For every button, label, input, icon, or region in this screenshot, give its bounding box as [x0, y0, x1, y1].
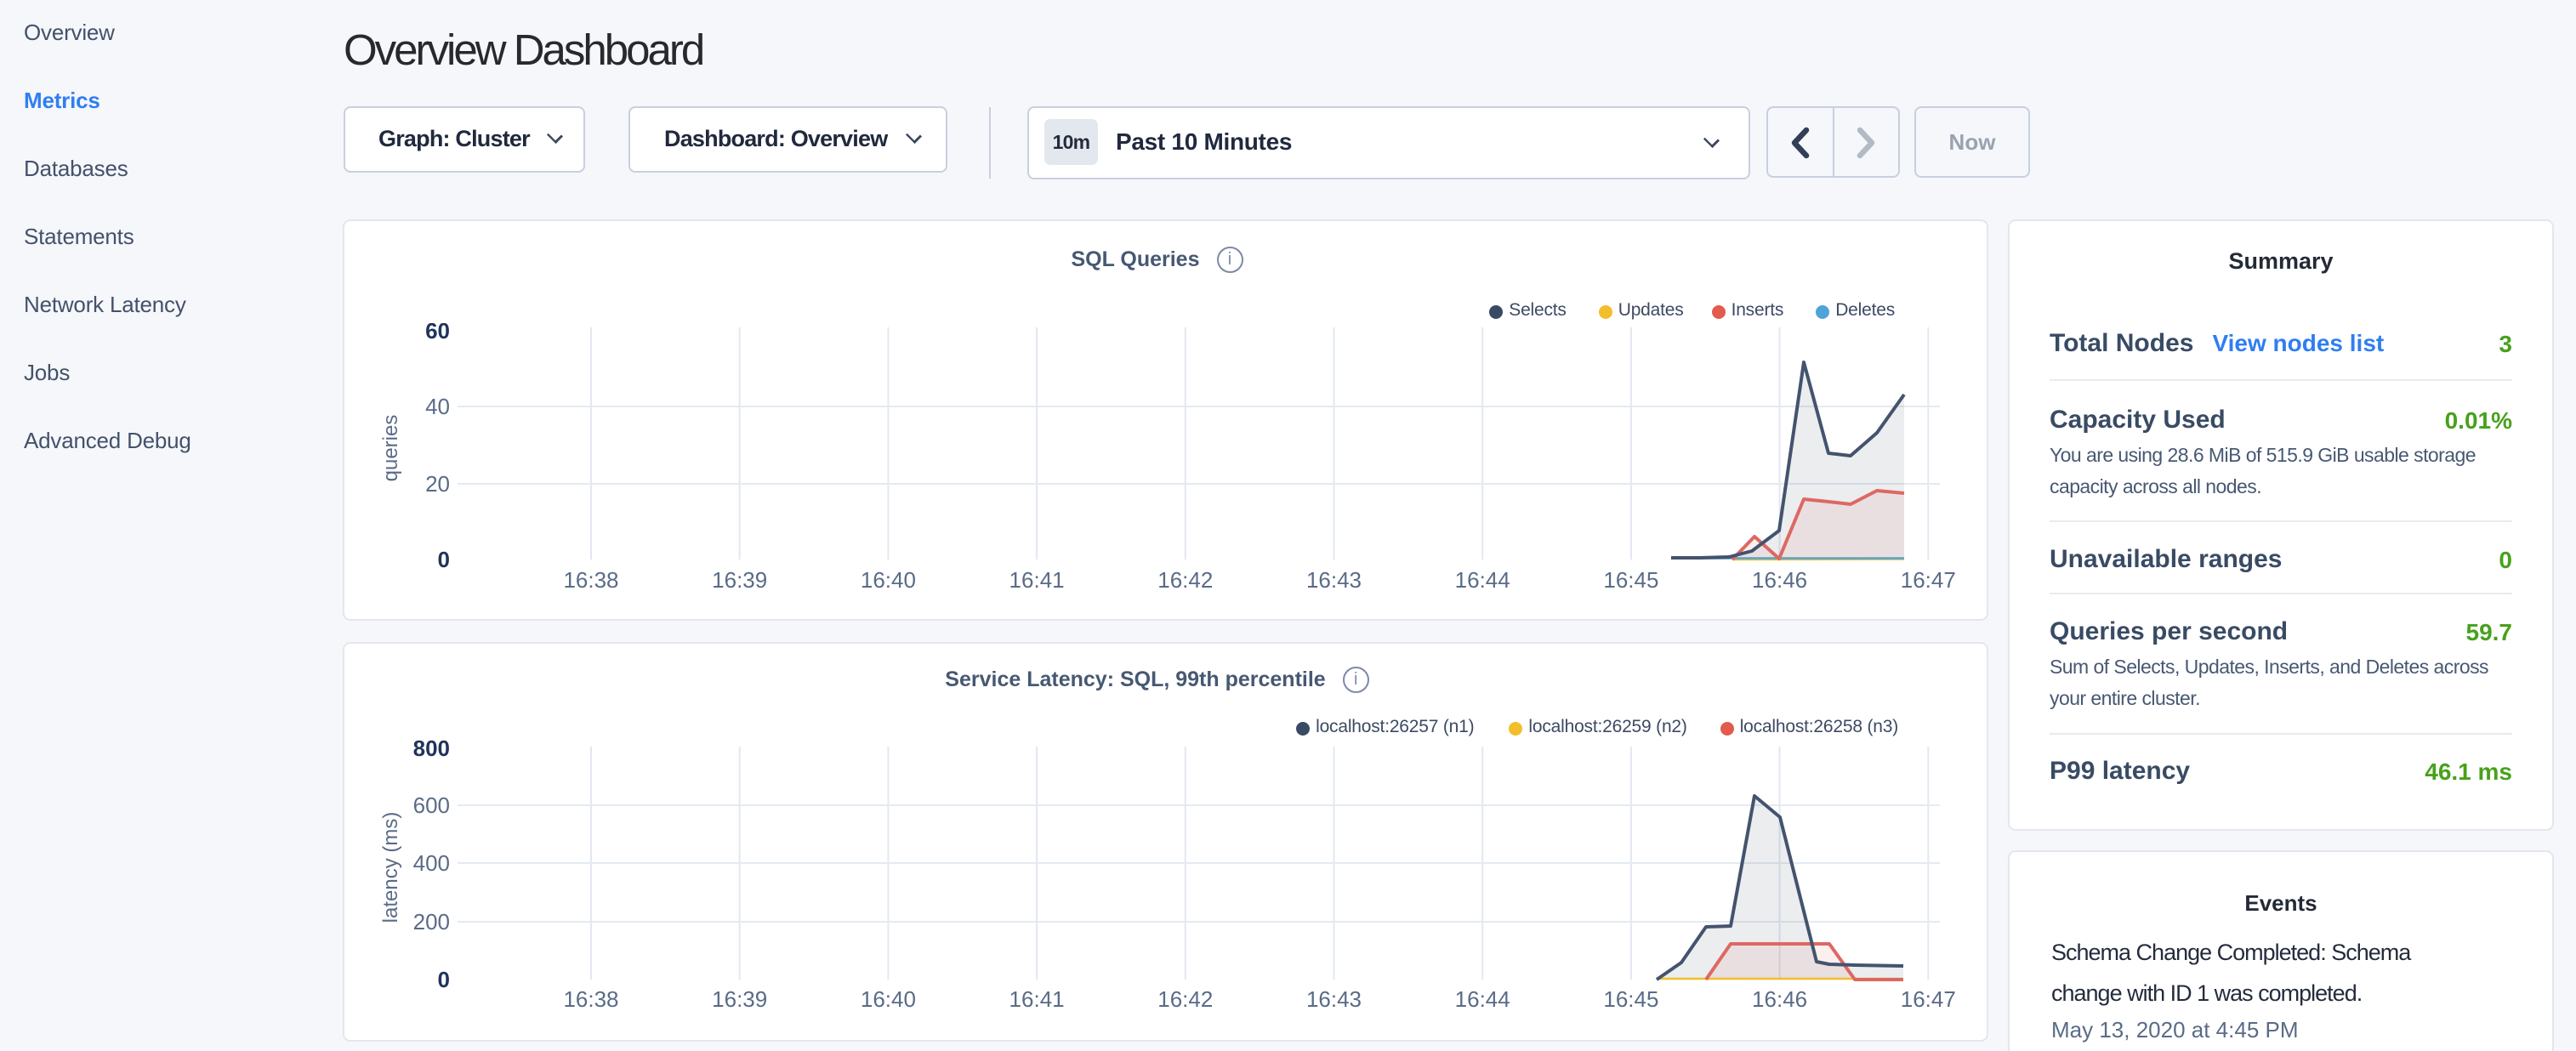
- svg-text:16:46: 16:46: [1752, 986, 1807, 1012]
- svg-text:16:44: 16:44: [1455, 986, 1510, 1012]
- svg-text:40: 40: [425, 394, 450, 419]
- svg-text:16:40: 16:40: [861, 986, 916, 1012]
- svg-text:16:38: 16:38: [563, 986, 618, 1012]
- svg-text:20: 20: [425, 471, 450, 497]
- svg-text:latency (ms): latency (ms): [379, 812, 402, 923]
- svg-text:16:39: 16:39: [712, 567, 767, 593]
- svg-text:16:42: 16:42: [1157, 986, 1213, 1012]
- svg-text:16:41: 16:41: [1009, 986, 1065, 1012]
- svg-text:16:47: 16:47: [1901, 986, 1956, 1012]
- svg-text:16:41: 16:41: [1009, 567, 1065, 593]
- svg-text:16:44: 16:44: [1455, 567, 1510, 593]
- svg-text:16:47: 16:47: [1901, 567, 1956, 593]
- svg-text:800: 800: [413, 740, 450, 761]
- svg-text:16:40: 16:40: [861, 567, 916, 593]
- svg-text:16:42: 16:42: [1157, 567, 1213, 593]
- svg-text:60: 60: [425, 323, 450, 344]
- svg-text:16:46: 16:46: [1752, 567, 1807, 593]
- svg-text:400: 400: [413, 850, 450, 876]
- svg-text:0: 0: [438, 967, 450, 992]
- svg-text:16:45: 16:45: [1603, 986, 1658, 1012]
- svg-text:16:43: 16:43: [1306, 567, 1362, 593]
- svg-text:200: 200: [413, 909, 450, 935]
- svg-text:16:43: 16:43: [1306, 986, 1362, 1012]
- svg-text:0: 0: [438, 547, 450, 572]
- svg-text:16:38: 16:38: [563, 567, 618, 593]
- svg-text:600: 600: [413, 793, 450, 818]
- svg-text:16:45: 16:45: [1603, 567, 1658, 593]
- svg-text:16:39: 16:39: [712, 986, 767, 1012]
- svg-text:queries: queries: [379, 415, 402, 482]
